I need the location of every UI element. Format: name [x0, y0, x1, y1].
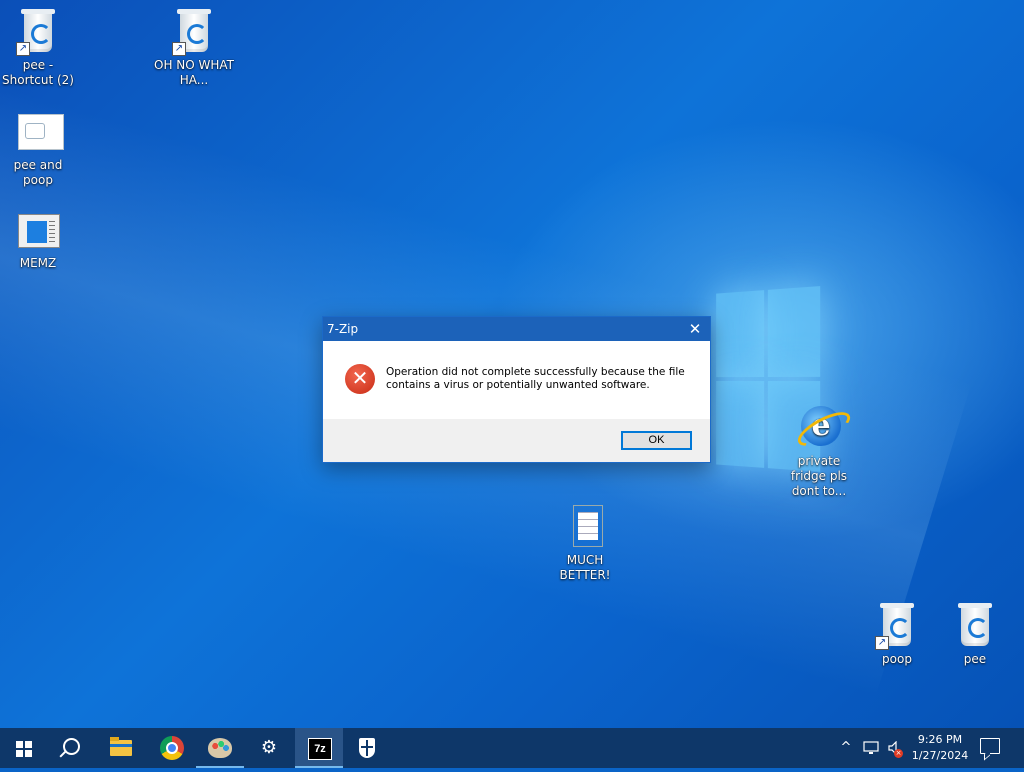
tray-chevron[interactable]: ^ — [836, 728, 856, 768]
recycle-bin-icon: ↗ — [170, 8, 218, 56]
folder-icon — [110, 737, 132, 756]
error-dialog: 7-Zip ✕ ✕ Operation did not complete suc… — [322, 316, 711, 463]
gear-icon: ⚙ — [260, 737, 278, 758]
desktop-icon-label: private fridge pls dont to... — [790, 454, 848, 498]
desktop-icon-pee-and-poop[interactable]: pee and poop — [0, 108, 78, 188]
clock-date: 1/27/2024 — [911, 749, 969, 762]
desktop-icon-label: OH NO WHAT HA... — [154, 58, 235, 87]
dialog-message: Operation did not complete successfully … — [386, 366, 685, 391]
shield-icon — [359, 738, 375, 758]
shortcut-arrow-icon: ↗ — [16, 42, 30, 56]
palette-icon — [208, 738, 232, 758]
desktop-icon-label: poop — [882, 652, 912, 666]
desktop-icon-oh-no[interactable]: ↗ OH NO WHAT HA... — [154, 8, 234, 88]
ok-button[interactable]: OK — [621, 431, 692, 450]
dialog-titlebar[interactable]: 7-Zip ✕ — [323, 317, 710, 341]
desktop-icon-pee[interactable]: pee — [935, 602, 1015, 667]
shortcut-arrow-icon: ↗ — [172, 42, 186, 56]
desktop-icon-private-fridge[interactable]: e private fridge pls dont to... — [779, 404, 859, 499]
dialog-body: ✕ Operation did not complete successfull… — [323, 341, 710, 417]
search-icon — [63, 738, 80, 755]
text-document-icon — [561, 503, 609, 551]
desktop-icon-poop[interactable]: ↗ poop — [857, 602, 937, 667]
notification-icon[interactable] — [980, 738, 1000, 754]
taskbar-chrome[interactable] — [148, 728, 196, 768]
close-icon[interactable]: ✕ — [680, 317, 710, 341]
clock[interactable]: 9:26 PM 1/27/2024 — [904, 732, 976, 764]
dialog-title: 7-Zip — [327, 322, 359, 336]
image-file-icon — [14, 108, 64, 156]
dialog-footer: OK — [323, 419, 710, 462]
desktop-icon-memz[interactable]: MEMZ — [0, 206, 78, 271]
recycle-bin-icon: ↗ — [14, 8, 62, 56]
shortcut-arrow-icon: ↗ — [875, 636, 889, 650]
windows-logo-icon — [16, 741, 32, 757]
chevron-up-icon: ^ — [840, 740, 852, 755]
taskbar-paint[interactable] — [196, 728, 244, 768]
search-button[interactable] — [48, 728, 96, 768]
desktop-icon-label: MUCH BETTER! — [559, 553, 611, 582]
desktop-icon-label: pee - Shortcut (2) — [2, 58, 74, 87]
taskbar: ⚙ 7z ^ × 9:26 PM 1/27/2024 — [0, 728, 1024, 768]
recycle-bin-icon — [951, 602, 999, 650]
network-monitor-icon — [863, 741, 879, 754]
mute-badge-icon: × — [894, 749, 903, 758]
volume-muted-icon[interactable]: × — [884, 728, 906, 768]
recycle-bin-icon: ↗ — [873, 602, 921, 650]
network-icon[interactable] — [860, 728, 882, 768]
taskbar-windows-security[interactable] — [343, 728, 391, 768]
internet-explorer-icon: e — [795, 404, 843, 452]
taskbar-settings[interactable]: ⚙ — [245, 728, 293, 768]
clock-time: 9:26 PM — [917, 733, 963, 746]
start-button[interactable] — [0, 728, 48, 768]
desktop-icon-much-better[interactable]: MUCH BETTER! — [545, 503, 625, 583]
application-icon — [14, 206, 62, 254]
chrome-icon — [160, 736, 184, 760]
desktop: ↗ pee - Shortcut (2) ↗ OH NO WHAT HA... … — [0, 0, 1024, 728]
desktop-icon-label: pee — [963, 652, 987, 666]
desktop-icon-pee-shortcut-2[interactable]: ↗ pee - Shortcut (2) — [0, 8, 78, 88]
7zip-icon: 7z — [308, 738, 332, 760]
desktop-icon-label: MEMZ — [19, 256, 57, 270]
taskbar-file-explorer[interactable] — [97, 728, 145, 768]
taskbar-7zip[interactable]: 7z — [295, 728, 343, 768]
desktop-icon-label: pee and poop — [13, 158, 63, 187]
error-icon: ✕ — [345, 364, 375, 394]
